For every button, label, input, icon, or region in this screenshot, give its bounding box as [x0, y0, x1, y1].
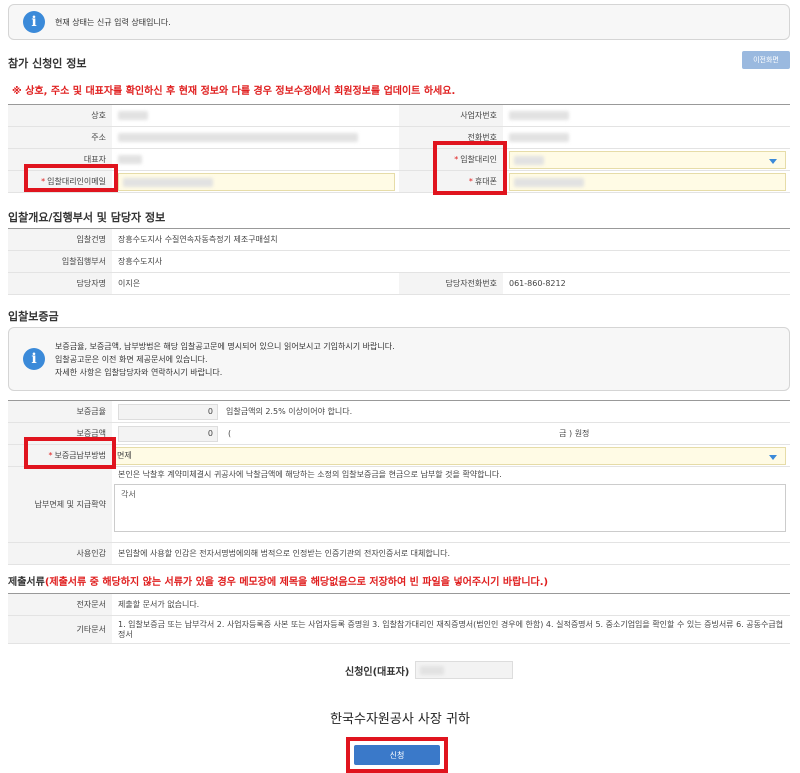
signer-row: 신청인(대표자) — [345, 661, 514, 679]
manager-label: 담당자명 — [8, 273, 112, 294]
bid-name-value: 장흥수도지사 수질연속자동측정기 제조구매설치 — [118, 235, 278, 244]
rate-note: 입찰금액의 2.5% 이상이어야 합니다. — [226, 407, 353, 416]
highlight-agent-mobile — [433, 141, 507, 195]
bid-dept-value: 장흥수도지사 — [118, 257, 163, 266]
status-notice: i 현재 상태는 신규 입력 상태입니다. — [8, 4, 790, 40]
deposit-table: 보증금율 0 입찰금액의 2.5% 이상이어야 합니다. 보증금액 0 ( 금 … — [8, 400, 790, 565]
table-row: 보증금율 0 입찰금액의 2.5% 이상이어야 합니다. — [8, 401, 790, 423]
edoc-value: 제출할 문서가 없습니다. — [118, 600, 200, 609]
info-icon: i — [23, 11, 45, 33]
notice-line: 보증금율, 보증금액, 납부방법은 해당 입찰공고문에 명시되어 있으니 읽어보… — [55, 341, 395, 351]
notice-line: 자세한 사항은 입찰담당자와 연락하시기 바랍니다. — [55, 367, 223, 377]
table-row: 전자문서 제출할 문서가 없습니다. — [8, 594, 790, 616]
overview-table: 입찰건명 장흥수도지사 수질연속자동측정기 제조구매설치 입찰집행부서 장흥수도… — [8, 228, 790, 295]
deposit-notice: i 보증금율, 보증금액, 납부방법은 해당 입찰공고문에 명시되어 있으니 읽… — [8, 327, 790, 391]
documents-table: 전자문서 제출할 문서가 없습니다. 기타문서 1. 입찰보증금 또는 납부각서… — [8, 593, 790, 644]
addressee: 한국수자원공사 사장 귀하 — [330, 712, 470, 727]
address-label: 주소 — [8, 127, 112, 148]
manager-value: 이지은 — [118, 279, 141, 288]
table-row: 주소 전화번호 — [8, 127, 790, 149]
mobile-field[interactable] — [503, 171, 790, 192]
highlight-deposit-method — [24, 437, 116, 469]
bid-name-label: 입찰건명 — [8, 229, 112, 250]
address-value — [112, 127, 399, 148]
table-row: * 보증금납부방법 면제 — [8, 445, 790, 467]
rate-input[interactable]: 0 — [118, 403, 218, 420]
info-icon: i — [23, 348, 45, 370]
documents-section-title: 제출서류(제출서류 중 해당하지 않는 서류가 있을 경우 메모장에 제목을 해… — [8, 577, 549, 588]
biz-no-value — [503, 105, 790, 126]
overview-section-title: 입찰개요/집행부서 및 담당자 정보 — [8, 211, 166, 224]
table-row: 담당자명 이지은 담당자전화번호 061-860-8212 — [8, 273, 790, 295]
agent-select[interactable] — [503, 149, 790, 170]
phone-value — [503, 127, 790, 148]
table-row: 보증금액 0 ( 금 ) 원정 — [8, 423, 790, 445]
seal-label: 사용인감 — [8, 543, 112, 564]
manager-phone-value: 061-860-8212 — [509, 279, 566, 288]
amount-korean: 금 ) 원정 — [559, 429, 590, 438]
bid-dept-label: 입찰집행부서 — [8, 251, 112, 272]
status-text: 현재 상태는 신규 입력 상태입니다. — [55, 17, 171, 27]
other-docs-label: 기타문서 — [8, 616, 112, 643]
deposit-section-title: 입찰보증금 — [8, 310, 59, 323]
table-row: * 입찰대리인이메일 * 휴대폰 — [8, 171, 790, 193]
pledge-textarea[interactable]: 각서 — [114, 484, 786, 532]
table-row: 입찰건명 장흥수도지사 수질연속자동측정기 제조구매설치 — [8, 229, 790, 251]
rate-label: 보증금율 — [8, 401, 112, 422]
table-row: 상호 사업자번호 — [8, 105, 790, 127]
manager-phone-label: 담당자전화번호 — [399, 273, 503, 294]
pledge-label: 납부면제 및 지급확약 — [8, 467, 112, 542]
edoc-label: 전자문서 — [8, 594, 112, 615]
biz-no-label: 사업자번호 — [399, 105, 503, 126]
chevron-down-icon — [769, 454, 777, 460]
method-select[interactable]: 면제 — [112, 445, 790, 466]
chevron-down-icon — [769, 158, 777, 164]
agent-email-field[interactable] — [112, 171, 399, 192]
applicant-table: 상호 사업자번호 주소 전화번호 대표자 * 입찰대리인 * 입찰대리인이메일 * 휴… — [8, 104, 790, 193]
applicant-section-title: 참가 신청인 정보 — [8, 57, 87, 70]
company-value — [112, 105, 399, 126]
submit-button[interactable]: 신청 — [354, 745, 440, 765]
signer-value — [415, 661, 514, 679]
table-row: 기타문서 1. 입찰보증금 또는 납부각서 2. 사업자등록증 사본 또는 사업… — [8, 616, 790, 644]
update-warning: ※ 상호, 주소 및 대표자를 확인하신 후 현재 정보와 다를 경우 정보수정… — [12, 86, 456, 97]
signer-label: 신청인(대표자) — [345, 666, 410, 678]
company-label: 상호 — [8, 105, 112, 126]
seal-text: 본입찰에 사용할 인감은 전자서명법에의해 법적으로 인정받는 인증기관의 전자… — [118, 549, 451, 558]
ceo-value — [112, 149, 399, 170]
prev-screen-button[interactable]: 이전화면 — [742, 51, 790, 69]
table-row: 대표자 * 입찰대리인 — [8, 149, 790, 171]
table-row: 사용인감 본입찰에 사용할 인감은 전자서명법에의해 법적으로 인정받는 인증기… — [8, 543, 790, 565]
table-row: 입찰집행부서 장흥수도지사 — [8, 251, 790, 273]
notice-line: 입찰공고문은 이전 화면 제공문서에 있습니다. — [55, 354, 208, 364]
other-docs-value: 1. 입찰보증금 또는 납부각서 2. 사업자등록증 사본 또는 사업자등록 증… — [118, 619, 784, 639]
amount-input: 0 — [118, 425, 218, 442]
highlight-agent-email — [24, 164, 118, 192]
